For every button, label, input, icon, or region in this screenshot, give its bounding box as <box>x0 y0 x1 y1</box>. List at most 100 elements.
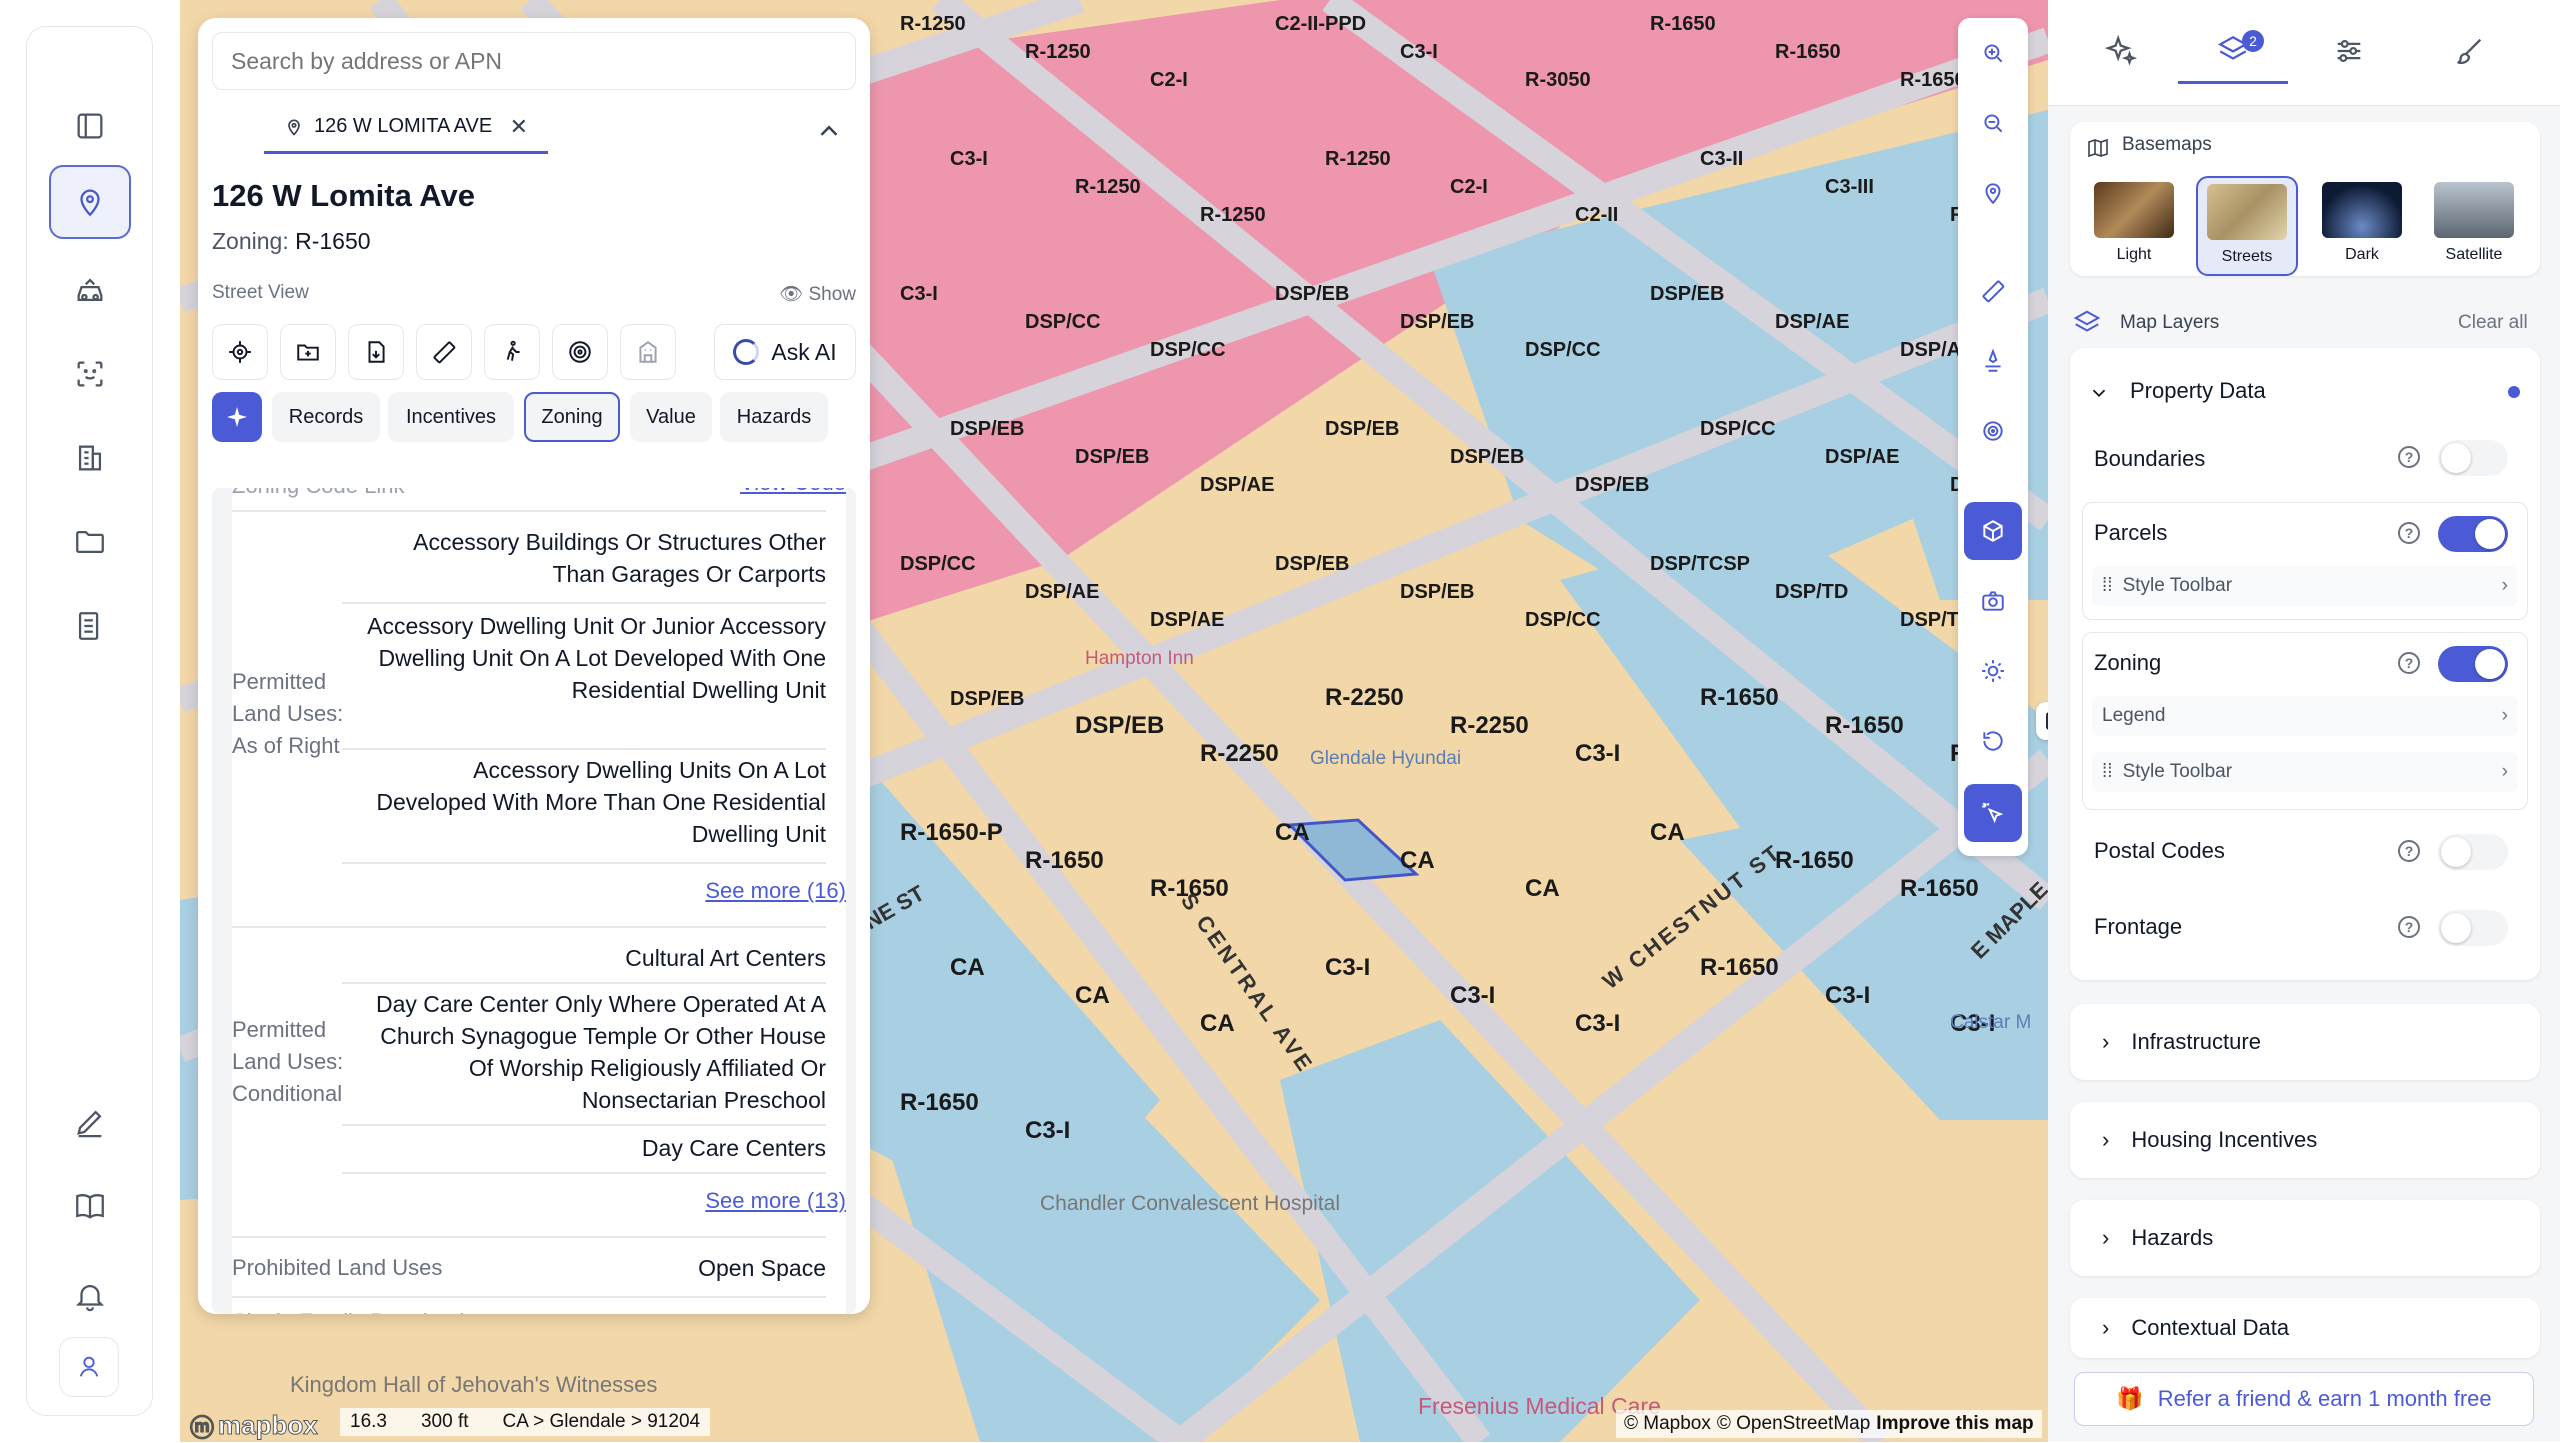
filters-tab[interactable] <box>2294 18 2404 84</box>
radar-icon <box>569 341 591 363</box>
sidebar-toggle-icon[interactable] <box>49 89 131 163</box>
ai-loading-icon <box>733 339 760 365</box>
mapbox-logo: ⓜ mapbox <box>190 1410 319 1443</box>
divider <box>342 862 826 864</box>
boundaries-toggle[interactable] <box>2438 440 2508 476</box>
gift-icon: 🎁 <box>2116 1386 2144 1411</box>
map-icon <box>2088 138 2108 158</box>
vehicle-icon[interactable] <box>49 253 131 327</box>
face-scan-icon[interactable] <box>49 337 131 411</box>
zone-label: C2-I <box>1150 69 1188 91</box>
tab-incentives[interactable]: Incentives <box>388 392 514 442</box>
folder-icon[interactable] <box>49 505 131 579</box>
save-folder-button[interactable] <box>280 324 336 380</box>
parcels-toggle[interactable] <box>2438 516 2508 552</box>
navigation-icon[interactable] <box>1964 332 2022 390</box>
zone-label: R-1250 <box>1075 176 1141 198</box>
search-input[interactable] <box>212 32 856 90</box>
3d-cube-icon[interactable] <box>1964 502 2022 560</box>
improve-map-link[interactable]: Improve this map <box>1876 1413 2033 1435</box>
contextual-data-section[interactable]: › Contextual Data <box>2070 1298 2540 1358</box>
tab-value[interactable]: Value <box>630 392 712 442</box>
see-more-conditional-link[interactable]: See more (13) <box>705 1188 846 1214</box>
zone-label: DSP/EB <box>1275 283 1349 305</box>
zone-label: R-1650 <box>900 1089 979 1116</box>
street-view-show-toggle[interactable]: 👁 Show <box>779 282 856 306</box>
report-button[interactable] <box>348 324 404 380</box>
tab-hazards[interactable]: Hazards <box>720 392 828 442</box>
close-icon[interactable]: ✕ <box>510 114 528 140</box>
document-icon[interactable] <box>49 589 131 663</box>
measure-button[interactable] <box>416 324 472 380</box>
pencil-icon[interactable] <box>49 1085 131 1159</box>
parcels-style-toolbar[interactable]: ⁞⁞ Style Toolbar › <box>2092 566 2518 606</box>
zone-label: DSP/EB <box>1325 418 1399 440</box>
basemap-dark[interactable]: Dark <box>2320 176 2404 276</box>
ai-sparkle-tab[interactable] <box>2066 18 2176 84</box>
property-data-title[interactable]: Property Data <box>2130 378 2266 404</box>
address-tab[interactable]: 126 W LOMITA AVE ✕ <box>264 102 548 154</box>
basemap-light[interactable]: Light <box>2092 176 2176 276</box>
postal-codes-toggle[interactable] <box>2438 834 2508 870</box>
chevron-right-icon: › <box>2102 1315 2110 1340</box>
help-icon[interactable]: ? <box>2398 652 2420 674</box>
help-icon[interactable]: ? <box>2398 446 2420 468</box>
basemap-thumbnail <box>2094 182 2174 238</box>
radius-button[interactable] <box>552 324 608 380</box>
permitted-as-of-right-label: Permitted Land Uses: As of Right <box>232 669 344 758</box>
layers-tab[interactable]: 2 <box>2178 18 2288 84</box>
draw-tab[interactable] <box>2414 18 2524 84</box>
attribution-osm[interactable]: © OpenStreetMap <box>1717 1413 1870 1435</box>
ai-summary-tab[interactable] <box>212 392 262 442</box>
zone-label: R-1650-P <box>900 819 1003 846</box>
basemap-satellite[interactable]: Satellite <box>2432 176 2516 276</box>
help-icon[interactable]: ? <box>2398 840 2420 862</box>
help-icon[interactable]: ? <box>2398 522 2420 544</box>
attribution-mapbox[interactable]: © Mapbox <box>1624 1413 1711 1435</box>
user-icon[interactable] <box>59 1337 119 1397</box>
housing-incentives-section[interactable]: › Housing Incentives <box>2070 1102 2540 1178</box>
chevron-down-icon[interactable] <box>2088 382 2110 404</box>
hazards-section[interactable]: › Hazards <box>2070 1200 2540 1276</box>
reset-icon[interactable] <box>1964 712 2022 770</box>
select-cursor-icon[interactable] <box>1964 784 2022 842</box>
chevron-right-icon: › <box>2102 1225 2110 1250</box>
bell-icon[interactable] <box>49 1259 131 1333</box>
zone-label: C3-I <box>1825 982 1870 1009</box>
view-code-link[interactable]: View Code <box>740 488 846 496</box>
clear-all-button[interactable]: Clear all <box>2458 312 2528 334</box>
sun-icon[interactable] <box>1964 642 2022 700</box>
tab-records[interactable]: Records <box>272 392 380 442</box>
frontage-toggle[interactable] <box>2438 910 2508 946</box>
zoning-legend[interactable]: Legend › <box>2092 696 2518 736</box>
see-more-permitted-link[interactable]: See more (16) <box>705 878 846 904</box>
chevron-up-icon[interactable] <box>814 116 844 146</box>
zone-label: CA <box>1400 847 1435 874</box>
zone-label: DSP/CC <box>1700 418 1776 440</box>
infrastructure-section[interactable]: › Infrastructure <box>2070 1004 2540 1080</box>
single-family-label: Single Family Permitted <box>232 1306 464 1314</box>
refer-friend-button[interactable]: 🎁 Refer a friend & earn 1 month free <box>2074 1372 2534 1426</box>
tab-zoning[interactable]: Zoning <box>524 392 620 442</box>
basemap-thumbnail <box>2322 182 2402 238</box>
pin-drop-icon[interactable] <box>1964 164 2022 222</box>
camera-icon[interactable] <box>1964 572 2022 630</box>
target-icon[interactable] <box>1964 402 2022 460</box>
zoning-style-toolbar[interactable]: ⁞⁞ Style Toolbar › <box>2092 752 2518 792</box>
zone-label: DSP/CC <box>1525 339 1601 361</box>
ruler-icon[interactable] <box>1964 262 2022 320</box>
zone-label: R-2250 <box>1450 712 1529 739</box>
book-icon[interactable] <box>49 1169 131 1243</box>
basemap-streets[interactable]: Streets <box>2196 176 2298 276</box>
buildings-icon[interactable] <box>49 421 131 495</box>
ask-ai-button[interactable]: Ask AI <box>714 324 856 380</box>
help-icon[interactable]: ? <box>2398 916 2420 938</box>
map-pin-nav-icon[interactable] <box>49 165 131 239</box>
locate-button[interactable] <box>212 324 268 380</box>
building-button[interactable] <box>620 324 676 380</box>
zoom-in-icon[interactable] <box>1964 24 2022 82</box>
zone-label: C3-III <box>1825 176 1874 198</box>
zoning-toggle[interactable] <box>2438 646 2508 682</box>
walk-button[interactable] <box>484 324 540 380</box>
zoom-out-icon[interactable] <box>1964 94 2022 152</box>
